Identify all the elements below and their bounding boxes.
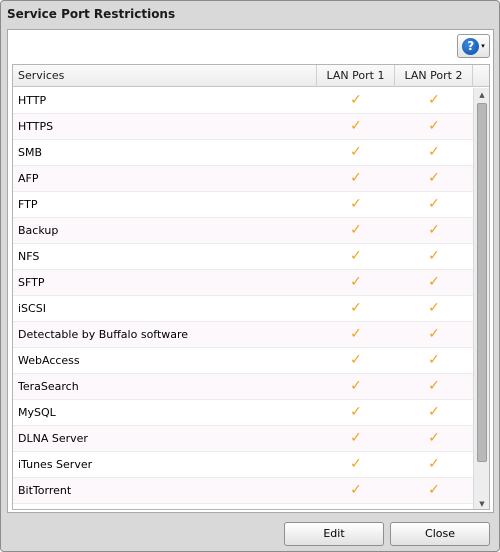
service-name: FTP — [18, 198, 38, 211]
check-icon: ✓ — [428, 144, 440, 160]
check-icon: ✓ — [428, 222, 440, 238]
grid-rows: HTTP ✓ ✓ HTTPS ✓ ✓ SMB ✓ ✓ AFP ✓ ✓ FTP ✓ ✓ Backup ✓ ✓ NFS ✓… — [13, 88, 473, 509]
service-name: DLNA Server — [18, 432, 88, 445]
service-name: iSCSI — [18, 302, 46, 315]
check-icon: ✓ — [428, 92, 440, 108]
table-row[interactable]: DLNA Server ✓ ✓ — [13, 426, 473, 452]
check-icon: ✓ — [350, 248, 362, 264]
check-icon: ✓ — [350, 144, 362, 160]
check-icon: ✓ — [350, 300, 362, 316]
dialog-title: Service Port Restrictions — [7, 7, 176, 21]
help-menu-button[interactable]: ? ▾ — [457, 34, 490, 58]
check-icon: ✓ — [428, 404, 440, 420]
service-name: MySQL — [18, 406, 56, 419]
check-icon: ✓ — [428, 378, 440, 394]
check-icon: ✓ — [350, 326, 362, 342]
check-icon: ✓ — [395, 504, 473, 509]
chevron-down-icon: ▾ — [481, 42, 485, 50]
check-icon: ✓ — [428, 482, 440, 498]
check-icon: ✓ — [350, 196, 362, 212]
check-icon: ✓ — [350, 222, 362, 238]
service-name: iTunes Server — [18, 458, 93, 471]
check-icon: ✓ — [428, 170, 440, 186]
check-icon: ✓ — [350, 92, 362, 108]
service-name: HTTPS — [18, 120, 54, 133]
table-row[interactable]: HTTPS ✓ ✓ — [13, 114, 473, 140]
check-icon: ✓ — [350, 430, 362, 446]
table-row[interactable]: AFP ✓ ✓ — [13, 166, 473, 192]
check-icon: ✓ — [350, 404, 362, 420]
table-row[interactable]: TeraSearch ✓ ✓ — [13, 374, 473, 400]
edit-button[interactable]: Edit — [284, 522, 384, 546]
table-row[interactable]: SFTP ✓ ✓ — [13, 270, 473, 296]
service-name: HTTP — [18, 94, 47, 107]
service-name: Backup — [18, 224, 59, 237]
header-scroll-spacer — [473, 65, 489, 87]
check-icon: ✓ — [350, 170, 362, 186]
grid-header: Services LAN Port 1 LAN Port 2 — [13, 65, 489, 87]
check-icon: ✓ — [350, 456, 362, 472]
check-icon: ✓ — [428, 274, 440, 290]
check-icon: ✓ — [428, 430, 440, 446]
table-row[interactable]: Antivirus✓✓ — [13, 504, 473, 509]
column-header-lan-port-1[interactable]: LAN Port 1 — [317, 65, 395, 87]
check-icon: ✓ — [350, 352, 362, 368]
service-name: SFTP — [18, 276, 45, 289]
check-icon: ✓ — [428, 352, 440, 368]
check-icon: ✓ — [428, 326, 440, 342]
service-name: SMB — [18, 146, 43, 159]
service-name: Antivirus — [13, 504, 317, 509]
check-icon: ✓ — [428, 300, 440, 316]
table-row[interactable]: SMB ✓ ✓ — [13, 140, 473, 166]
table-row[interactable]: MySQL ✓ ✓ — [13, 400, 473, 426]
table-row[interactable]: HTTP ✓ ✓ — [13, 88, 473, 114]
service-port-restrictions-dialog: Service Port Restrictions ? ▾ Services L… — [0, 0, 500, 552]
table-row[interactable]: NFS ✓ ✓ — [13, 244, 473, 270]
check-icon: ✓ — [428, 118, 440, 134]
service-name: BitTorrent — [18, 484, 72, 497]
service-name: WebAccess — [18, 354, 80, 367]
service-name: TeraSearch — [18, 380, 79, 393]
table-row[interactable]: FTP ✓ ✓ — [13, 192, 473, 218]
service-name: AFP — [18, 172, 39, 185]
table-row[interactable]: iTunes Server ✓ ✓ — [13, 452, 473, 478]
table-row[interactable]: WebAccess ✓ ✓ — [13, 348, 473, 374]
scroll-down-icon[interactable]: ▼ — [474, 497, 489, 509]
content-panel: ? ▾ Services LAN Port 1 LAN Port 2 HTTP ✓… — [7, 29, 494, 513]
scroll-up-icon[interactable]: ▲ — [474, 88, 489, 102]
check-icon: ✓ — [428, 248, 440, 264]
scrollbar-thumb[interactable] — [477, 103, 487, 462]
vertical-scrollbar[interactable]: ▲ ▼ — [473, 88, 489, 509]
column-header-services[interactable]: Services — [13, 65, 317, 87]
check-icon: ✓ — [317, 504, 395, 509]
close-button[interactable]: Close — [390, 522, 490, 546]
check-icon: ✓ — [350, 482, 362, 498]
check-icon: ✓ — [350, 378, 362, 394]
check-icon: ✓ — [350, 274, 362, 290]
check-icon: ✓ — [428, 196, 440, 212]
service-port-grid: Services LAN Port 1 LAN Port 2 HTTP ✓ ✓ HTT… — [12, 64, 490, 510]
column-header-lan-port-2[interactable]: LAN Port 2 — [395, 65, 473, 87]
service-name: NFS — [18, 250, 40, 263]
help-icon: ? — [462, 37, 480, 55]
table-row[interactable]: Backup ✓ ✓ — [13, 218, 473, 244]
table-row[interactable]: iSCSI ✓ ✓ — [13, 296, 473, 322]
service-name: Detectable by Buffalo software — [18, 328, 189, 341]
table-row[interactable]: BitTorrent ✓ ✓ — [13, 478, 473, 504]
table-row[interactable]: Detectable by Buffalo software ✓ ✓ — [13, 322, 473, 348]
check-icon: ✓ — [350, 118, 362, 134]
check-icon: ✓ — [428, 456, 440, 472]
